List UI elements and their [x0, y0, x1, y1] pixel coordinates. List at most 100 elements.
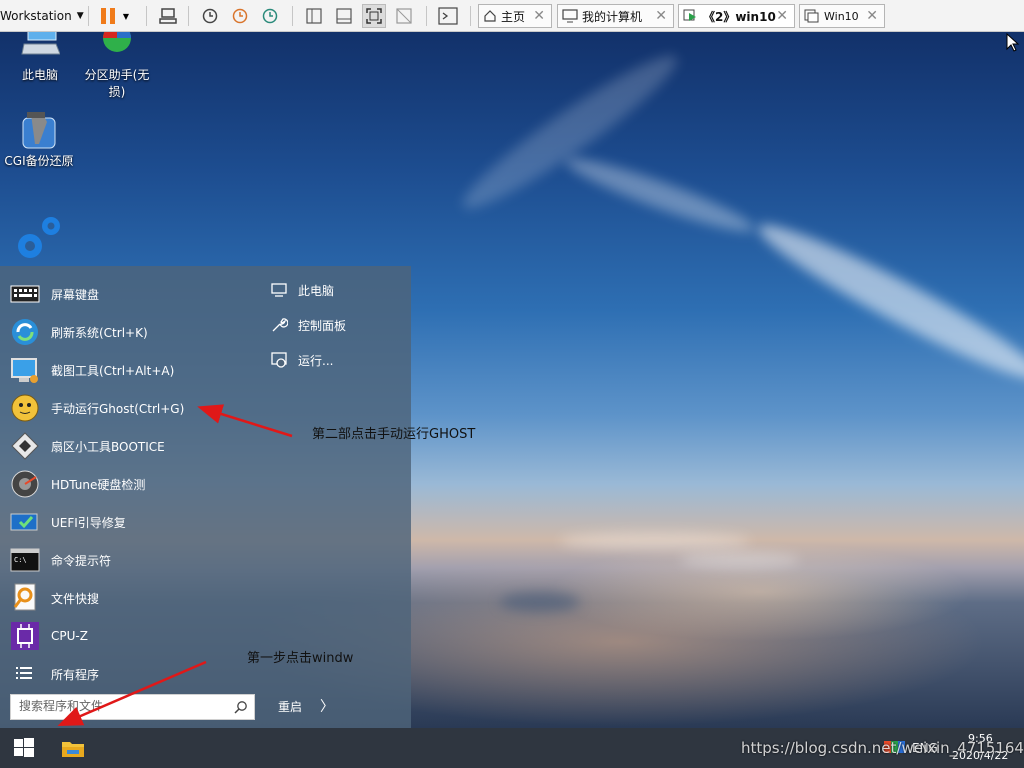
- network-icon: [159, 8, 177, 24]
- revert-snapshot-button[interactable]: [228, 4, 252, 28]
- app-title: Workstation: [0, 9, 72, 23]
- annotation-step-1: 第一步点击windw: [247, 651, 354, 666]
- start-right-label: 运行...: [298, 353, 334, 368]
- keyboard-icon: [10, 279, 40, 309]
- terminal-icon: [438, 7, 458, 25]
- cmd-icon: C:\: [10, 545, 40, 575]
- partition-assistant-icon: [97, 32, 137, 64]
- search-input[interactable]: [11, 695, 234, 717]
- chevron-down-icon: ▼: [76, 11, 84, 21]
- start-search-box[interactable]: [10, 694, 255, 720]
- home-icon: [484, 10, 496, 22]
- monitor-icon: [271, 283, 287, 297]
- start-item-label: 扇区小工具BOOTICE: [51, 439, 165, 454]
- gears-icon[interactable]: [14, 214, 64, 264]
- toolbar-divider: [470, 6, 471, 26]
- console-view-button[interactable]: [436, 4, 460, 28]
- toolbar-divider: [88, 6, 89, 26]
- windows-logo-icon: [14, 738, 34, 757]
- revert-clock-icon: [232, 8, 248, 24]
- desktop-icon-label: CGI备份还原: [4, 154, 74, 168]
- cgi-backup-icon: [19, 110, 59, 150]
- tab-home[interactable]: 主页 ✕: [478, 4, 552, 28]
- start-item-label: 所有程序: [51, 667, 100, 682]
- start-right-control-panel[interactable]: 控制面板: [270, 311, 346, 339]
- power-dropdown-button[interactable]: ▼: [118, 4, 134, 28]
- snapshot-clock-icon: [202, 8, 218, 24]
- tab-my-computer[interactable]: 我的计算机 ✕: [557, 4, 674, 28]
- tab-label: 我的计算机: [582, 9, 643, 24]
- pause-button[interactable]: [96, 4, 120, 28]
- start-item-label: CPU-Z: [51, 629, 88, 643]
- toolbar-divider: [188, 6, 189, 26]
- desktop-icon-label: 分区助手(无损): [84, 68, 150, 99]
- cloud: [560, 532, 750, 550]
- snapshot-button[interactable]: [198, 4, 222, 28]
- desktop-icon-label: 此电脑: [21, 68, 58, 82]
- desktop-icon-this-pc[interactable]: 此电脑: [0, 32, 80, 83]
- this-pc-icon: [20, 32, 61, 64]
- tab-win10-2[interactable]: 《2》win10 ✕: [678, 4, 795, 28]
- start-item-label: 刷新系统(Ctrl+K): [51, 325, 148, 340]
- unity-icon: [396, 8, 412, 24]
- file-explorer-button[interactable]: [50, 728, 96, 768]
- fullscreen-button[interactable]: [362, 4, 386, 28]
- start-button[interactable]: [0, 728, 48, 768]
- folder-icon: [62, 742, 84, 757]
- start-item-onscreen-keyboard[interactable]: 屏幕键盘: [10, 277, 260, 311]
- close-icon[interactable]: ✕: [533, 8, 545, 24]
- thumbnail-bar-icon: [336, 8, 352, 24]
- restart-button[interactable]: 重启: [278, 698, 302, 715]
- desktop-icon-partition-assistant[interactable]: 分区助手(无损): [78, 32, 156, 100]
- start-item-bootice[interactable]: 扇区小工具BOOTICE: [10, 429, 260, 463]
- start-item-all-programs[interactable]: 所有程序: [10, 657, 260, 691]
- tab-label: Win10: [824, 9, 859, 23]
- toolbar-divider: [146, 6, 147, 26]
- search-icon[interactable]: [234, 700, 248, 714]
- start-right-run[interactable]: 运行...: [270, 346, 333, 374]
- close-icon[interactable]: ✕: [776, 8, 788, 24]
- start-item-hdtune[interactable]: HDTune硬盘检测: [10, 467, 260, 501]
- fullscreen-icon: [366, 8, 382, 24]
- desktop-icon-cgi-backup[interactable]: CGI备份还原: [0, 110, 78, 169]
- close-icon[interactable]: ✕: [655, 8, 667, 24]
- sidebar-toggle-button[interactable]: [302, 4, 326, 28]
- refresh-icon: [10, 317, 40, 347]
- island: [500, 592, 580, 612]
- start-item-file-search[interactable]: 文件快搜: [10, 581, 260, 615]
- vm-running-icon: [683, 9, 696, 21]
- file-search-icon: [10, 583, 40, 613]
- tab-label: 主页: [501, 9, 526, 24]
- unity-button[interactable]: [392, 4, 416, 28]
- start-item-label: 文件快搜: [51, 591, 100, 606]
- start-item-cpuz[interactable]: CPU-Z: [10, 619, 260, 653]
- all-programs-icon: [10, 659, 40, 689]
- send-ctrl-alt-del-button[interactable]: [156, 4, 180, 28]
- pause-icon: [101, 8, 115, 24]
- start-item-uefi-repair[interactable]: UEFI引导修复: [10, 505, 260, 539]
- ghost-icon: [10, 393, 40, 423]
- start-item-screenshot-tool[interactable]: 截图工具(Ctrl+Alt+A): [10, 353, 260, 387]
- start-right-label: 控制面板: [298, 318, 347, 333]
- wrench-icon: [272, 318, 288, 332]
- snapshot-manager-button[interactable]: [258, 4, 282, 28]
- thumbnail-toggle-button[interactable]: [332, 4, 356, 28]
- mouse-cursor-icon: [1006, 33, 1020, 52]
- computer-icon: [562, 9, 578, 23]
- start-right-this-pc[interactable]: 此电脑: [270, 276, 334, 304]
- chevron-right-icon[interactable]: 〉: [320, 696, 334, 716]
- tab-win10[interactable]: Win10 ✕: [799, 4, 885, 28]
- workstation-menu[interactable]: Workstation ▼: [0, 0, 84, 32]
- start-item-run-ghost[interactable]: 手动运行Ghost(Ctrl+G): [10, 391, 260, 425]
- start-item-label: 屏幕键盘: [51, 287, 100, 302]
- start-item-command-prompt[interactable]: C:\ 命令提示符: [10, 543, 260, 577]
- bootice-icon: [10, 431, 40, 461]
- start-item-label: 截图工具(Ctrl+Alt+A): [51, 363, 175, 378]
- start-item-label: HDTune硬盘检测: [51, 477, 146, 492]
- start-item-label: 命令提示符: [51, 553, 112, 568]
- cloud: [749, 209, 1024, 395]
- close-icon[interactable]: ✕: [866, 8, 878, 24]
- vm-icon: [804, 9, 819, 23]
- start-item-refresh-system[interactable]: 刷新系统(Ctrl+K): [10, 315, 260, 349]
- sidebar-icon: [306, 8, 322, 24]
